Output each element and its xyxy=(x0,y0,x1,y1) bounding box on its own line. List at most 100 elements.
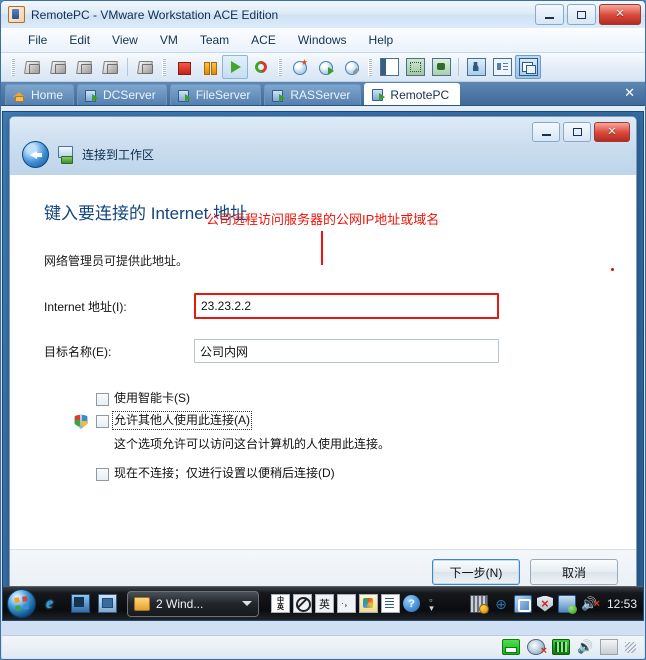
show-desktop-icon[interactable] xyxy=(71,594,90,613)
suspend-icon xyxy=(201,59,218,75)
ime-punctuation-icon[interactable]: ·， xyxy=(337,594,356,613)
taskbar-clock[interactable]: 12:53 xyxy=(607,597,637,611)
close-button[interactable]: ✕ xyxy=(599,4,641,25)
take-snapshot-button[interactable] xyxy=(286,55,312,79)
unity-mode-button[interactable] xyxy=(428,55,454,79)
setup-only-checkbox[interactable] xyxy=(96,468,109,481)
network-adapter-status-icon[interactable] xyxy=(552,639,570,655)
ime-expand-icon[interactable]: ▫ ▾ xyxy=(423,595,440,612)
allow-others-option-row[interactable]: 允许其他人使用此连接(A) xyxy=(44,411,602,430)
open-vm-button[interactable] xyxy=(132,55,158,79)
snapshot-manager-button[interactable] xyxy=(338,55,364,79)
ime-softkeyboard-icon[interactable] xyxy=(381,594,400,613)
cancel-button[interactable]: 取消 xyxy=(530,559,618,585)
virtual-machine-button[interactable] xyxy=(19,55,45,79)
usb-devices-button[interactable] xyxy=(97,55,123,79)
menu-help[interactable]: Help xyxy=(358,31,405,49)
sound-adapter-status-icon[interactable]: 🔊 xyxy=(577,640,593,654)
internet-address-row: Internet 地址(I): 23.23.2.2 xyxy=(44,293,602,319)
tab-remotepc[interactable]: RemotePC xyxy=(364,83,461,105)
volume-muted-icon[interactable]: 🔊 xyxy=(581,596,600,612)
vmware-tools-icon[interactable] xyxy=(513,594,532,613)
keyboard-tray-icon[interactable] xyxy=(469,594,489,614)
back-arrow-icon[interactable] xyxy=(22,141,49,168)
window-controls: ✕ xyxy=(535,4,641,25)
taskbar-group-label: 2 Wind... xyxy=(156,596,204,611)
annotation-dot xyxy=(611,268,614,271)
tab-fileserver[interactable]: FileServer xyxy=(169,84,262,105)
vm-tab-icon xyxy=(85,89,99,102)
show-sidebar-button[interactable] xyxy=(376,55,402,79)
switch-windows-icon[interactable] xyxy=(98,594,117,613)
destination-name-input[interactable]: 公司内网 xyxy=(194,339,499,363)
power-on-button[interactable] xyxy=(222,55,248,79)
vmware-workstation-window: RemotePC - VMware Workstation ACE Editio… xyxy=(0,0,646,660)
cd-dvd-disconnected-icon[interactable] xyxy=(527,639,547,657)
minimize-button[interactable] xyxy=(535,4,564,25)
menu-vm[interactable]: VM xyxy=(149,31,189,49)
window-titlebar: RemotePC - VMware Workstation ACE Editio… xyxy=(1,1,645,28)
smartcard-option-row[interactable]: 使用智能卡(S) xyxy=(44,391,602,406)
dialog-maximize-button[interactable] xyxy=(563,122,591,142)
hard-disk-status-icon[interactable] xyxy=(502,639,520,655)
power-off-button[interactable] xyxy=(170,55,196,79)
menu-team[interactable]: Team xyxy=(189,31,240,49)
vm-tab-icon xyxy=(272,89,286,102)
preferences-button[interactable] xyxy=(463,55,489,79)
taskbar-group-button[interactable]: 2 Wind... xyxy=(127,590,259,617)
dialog-header: ✕ 连接到工作区 xyxy=(10,117,636,175)
next-button[interactable]: 下一步(N) xyxy=(432,559,520,585)
suspend-button[interactable] xyxy=(196,55,222,79)
toolbar-grip[interactable] xyxy=(278,58,282,76)
maximize-button[interactable] xyxy=(567,4,596,25)
ime-help-icon[interactable] xyxy=(403,595,420,612)
allow-others-checkbox[interactable] xyxy=(96,415,109,428)
menu-file[interactable]: File xyxy=(17,31,58,49)
windows-start-orb[interactable] xyxy=(7,589,36,618)
internet-address-input[interactable]: 23.23.2.2 xyxy=(194,293,499,319)
vm-tab-bar: Home DCServer FileServer RASServer Remot… xyxy=(1,82,645,106)
close-icon: ✕ xyxy=(607,125,617,138)
destination-name-label: 目标名称(E): xyxy=(44,344,112,359)
annotation-pointer-line xyxy=(321,231,323,265)
open-vm-icon xyxy=(137,59,154,75)
delete-vm-button[interactable] xyxy=(71,55,97,79)
setup-only-option-row[interactable]: 现在不连接；仅进行设置以便稍后连接(D) xyxy=(44,466,602,481)
maximize-icon xyxy=(577,10,586,19)
show-sidebar-icon xyxy=(379,58,399,76)
tab-rasserver[interactable]: RASServer xyxy=(264,84,362,105)
fullscreen-button[interactable] xyxy=(402,55,428,79)
menu-windows[interactable]: Windows xyxy=(287,31,358,49)
ime-language-icon[interactable]: 英 xyxy=(315,594,334,613)
toolbar-grip[interactable] xyxy=(368,58,372,76)
network-status-icon[interactable] xyxy=(557,594,577,614)
reset-button[interactable] xyxy=(248,55,274,79)
toolbar-grip[interactable] xyxy=(11,58,15,76)
clone-vm-button[interactable] xyxy=(45,55,71,79)
dialog-close-button[interactable]: ✕ xyxy=(594,122,630,142)
ime-disabled-icon[interactable] xyxy=(293,594,312,613)
menu-view[interactable]: View xyxy=(101,31,149,49)
smartcard-checkbox[interactable] xyxy=(96,393,109,406)
summary-view-button[interactable] xyxy=(489,55,515,79)
printer-status-icon[interactable] xyxy=(600,639,618,655)
uac-shield-icon xyxy=(74,414,88,429)
close-tab-icon[interactable]: ✕ xyxy=(624,85,635,101)
shield-quadrant xyxy=(75,420,80,426)
chevron-down-icon xyxy=(242,601,252,606)
tab-home[interactable]: Home xyxy=(5,84,75,105)
dialog-minimize-button[interactable] xyxy=(532,122,560,142)
menu-edit[interactable]: Edit xyxy=(58,31,101,49)
toolbar-grip[interactable] xyxy=(162,58,166,76)
revert-snapshot-button[interactable] xyxy=(312,55,338,79)
resize-grip-icon[interactable] xyxy=(625,641,636,653)
console-view-button[interactable] xyxy=(515,55,541,79)
menu-ace[interactable]: ACE xyxy=(240,31,287,49)
network-connections-icon[interactable]: ⊕ xyxy=(493,596,509,612)
annotation-text: 公司远程访问服务器的公网IP地址或域名 xyxy=(206,212,440,227)
ime-logo-icon[interactable]: 中英 xyxy=(271,594,290,613)
security-alert-shield-icon[interactable] xyxy=(536,595,553,612)
tab-dcserver[interactable]: DCServer xyxy=(77,84,167,105)
internet-explorer-icon[interactable]: e xyxy=(46,595,63,612)
ime-handwriting-icon[interactable] xyxy=(359,594,378,613)
